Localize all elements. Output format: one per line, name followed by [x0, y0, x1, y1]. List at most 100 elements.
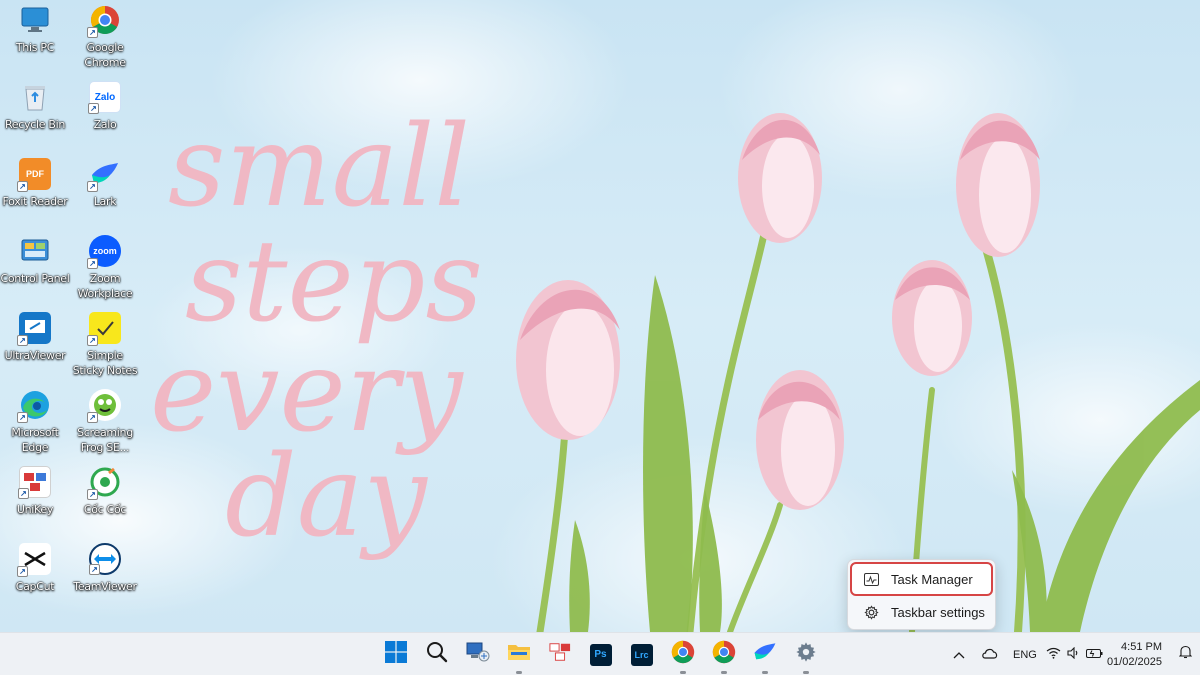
desktop-icon-teamviewer[interactable]: ↗ TeamViewer	[70, 543, 140, 594]
language-indicator[interactable]: ENG	[1007, 635, 1043, 675]
desktop-icon-label: Foxit Reader	[2, 195, 68, 208]
desktop-icon-label: Lark	[93, 195, 117, 208]
coc-coc-icon: ↗	[87, 466, 121, 500]
desktop-icon-label: Cốc Cốc	[83, 503, 127, 516]
screaming-frog-icon: ↗	[87, 389, 121, 423]
menu-item-taskbar-settings[interactable]: Taskbar settings	[852, 597, 991, 627]
clock-button[interactable]: 4:51 PM 01/02/2025	[1107, 635, 1170, 675]
desktop-icon-label: Screaming Frog SE...	[77, 426, 133, 454]
desktop-icon-screaming-frog[interactable]: ↗ Screaming Frog SE...	[70, 389, 140, 455]
chevron-up-icon	[953, 646, 965, 664]
cloud-icon	[981, 646, 999, 664]
taskbar-settings[interactable]	[785, 635, 826, 675]
onedrive-button[interactable]	[973, 635, 1007, 675]
quick-settings-button[interactable]	[1043, 635, 1107, 675]
chrome-icon	[671, 640, 695, 669]
taskbar-lightroom[interactable]: Lrc	[621, 635, 662, 675]
desktop-icon-label: Google Chrome	[84, 41, 126, 69]
desktop-icon-grid: This PC ↗ Google Chrome Recycle Bin Zalo…	[0, 0, 150, 620]
windows-logo-icon	[384, 641, 407, 668]
desktop-icon-simple-sticky-notes[interactable]: ↗ Simple Sticky Notes	[70, 312, 140, 378]
desktop-icon-capcut[interactable]: ↗ CapCut	[0, 543, 70, 594]
bell-icon	[1178, 645, 1192, 664]
search-icon	[426, 641, 448, 668]
desktop-icon-recycle-bin[interactable]: Recycle Bin	[0, 81, 70, 132]
desktop-wallpaper: small steps every day	[0, 0, 1200, 632]
desktop-icon-label: This PC	[15, 41, 55, 54]
running-indicator	[802, 670, 809, 674]
desktop-icon-zoom-workplace[interactable]: zoom ↗ Zoom Workplace	[70, 235, 140, 301]
language-label: ENG	[1013, 648, 1037, 661]
clock-date: 01/02/2025	[1106, 655, 1162, 668]
wifi-icon	[1046, 646, 1061, 664]
desktop-icon-foxit-reader[interactable]: PDF ↗ Foxit Reader	[0, 158, 70, 209]
task-manager-icon	[863, 571, 879, 587]
desktop-icon-control-panel[interactable]: Control Panel	[0, 235, 70, 286]
notifications-button[interactable]	[1170, 635, 1200, 675]
desktop-icon-label: CapCut	[15, 580, 55, 593]
lark-icon: ↗	[87, 158, 121, 192]
desktop-icon-coc-coc[interactable]: ↗ Cốc Cốc	[70, 466, 140, 517]
control-panel-icon	[19, 235, 51, 267]
desktop-icon-label: Control Panel	[0, 272, 70, 285]
volume-icon	[1067, 646, 1080, 664]
desktop-icon-this-pc[interactable]: This PC	[0, 4, 70, 55]
taskbar-photoshop[interactable]: Ps	[580, 635, 621, 675]
svg-text:small: small	[168, 102, 470, 232]
desktop-icon-lark[interactable]: ↗ Lark	[70, 158, 140, 209]
system-tray: ENG 4:51 PM 01/02/2025	[945, 633, 1200, 675]
show-hidden-icons-button[interactable]	[945, 635, 973, 675]
desktop-icon-label: Recycle Bin	[4, 118, 66, 131]
clock: 4:51 PM 01/02/2025	[1107, 640, 1162, 670]
desktop-icon-label: TeamViewer	[73, 580, 137, 593]
sticky-notes-icon: ↗	[87, 312, 121, 346]
chrome-icon	[712, 640, 736, 669]
taskbar-apps: Ps Lrc	[375, 633, 826, 675]
running-indicator	[761, 670, 768, 674]
svg-text:day: day	[225, 432, 428, 562]
running-indicator	[515, 670, 522, 674]
start-button[interactable]	[375, 635, 416, 675]
search-button[interactable]	[416, 635, 457, 675]
menu-item-label: Taskbar settings	[891, 604, 985, 620]
menu-item-task-manager[interactable]: Task Manager	[850, 562, 993, 596]
teamviewer-icon: ↗	[89, 543, 121, 575]
capcut-icon: ↗	[17, 543, 51, 577]
desktop-icon-label: Microsoft Edge	[11, 426, 59, 454]
zalo-icon: Zalo ↗	[88, 81, 121, 114]
battery-icon	[1086, 646, 1103, 664]
taskbar: Ps Lrc ENG 4:51 PM 01/02/2025	[0, 632, 1200, 675]
taskbar-unikey[interactable]	[539, 635, 580, 675]
edge-icon: ↗	[17, 389, 51, 423]
taskbar-file-explorer[interactable]	[498, 635, 539, 675]
chrome-icon: ↗	[87, 4, 121, 38]
foxit-reader-icon: PDF ↗	[17, 158, 51, 192]
zoom-icon: zoom ↗	[87, 235, 121, 269]
taskbar-lark[interactable]	[744, 635, 785, 675]
recycle-bin-icon	[19, 81, 51, 113]
desktop-icon-microsoft-edge[interactable]: ↗ Microsoft Edge	[0, 389, 70, 455]
desktop-icon-zalo[interactable]: Zalo ↗ Zalo	[70, 81, 140, 132]
desktop-icon-ultraviewer[interactable]: ↗ UltraViewer	[0, 312, 70, 363]
settings-gear-icon	[795, 641, 817, 668]
unikey-icon	[548, 642, 571, 667]
clock-time: 4:51 PM	[1121, 640, 1162, 653]
taskbar-network-app[interactable]	[457, 635, 498, 675]
monitor-icon	[19, 4, 51, 36]
desktop-icon-unikey[interactable]: ↗ UniKey	[0, 466, 70, 517]
desktop-icon-label: Zalo	[93, 118, 117, 131]
running-indicator	[679, 670, 686, 674]
wallpaper-lettering: small steps every day	[150, 102, 483, 562]
desktop-icon-label: Simple Sticky Notes	[72, 349, 138, 377]
running-indicator	[720, 670, 727, 674]
taskbar-chrome[interactable]	[662, 635, 703, 675]
unikey-icon: ↗	[18, 466, 51, 499]
lightroom-icon: Lrc	[630, 643, 653, 666]
desktop-icon-label: Zoom Workplace	[77, 272, 133, 300]
desktop-icon-google-chrome[interactable]: ↗ Google Chrome	[70, 4, 140, 70]
desktop-icon-label: UniKey	[16, 503, 54, 516]
photoshop-icon: Ps	[589, 643, 612, 666]
taskbar-chrome-2[interactable]	[703, 635, 744, 675]
menu-item-label: Task Manager	[891, 571, 973, 587]
taskbar-context-menu: Task Manager Taskbar settings	[847, 559, 996, 630]
